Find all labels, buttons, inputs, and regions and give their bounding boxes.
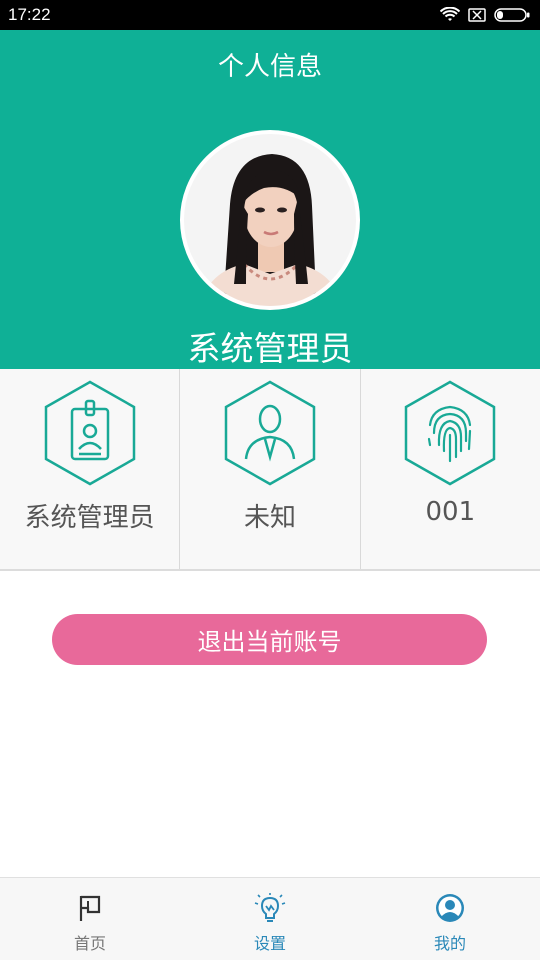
status-bar: 17:22 bbox=[0, 0, 540, 30]
logout-button[interactable]: 退出当前账号 bbox=[52, 614, 487, 665]
info-card-gender-label: 未知 bbox=[243, 503, 296, 533]
nav-item-home[interactable]: 首页 bbox=[0, 878, 180, 960]
nav-label-settings: 设置 bbox=[253, 934, 286, 953]
bottom-nav: 首页 设置 我的 bbox=[0, 877, 540, 960]
fingerprint-icon bbox=[405, 380, 496, 486]
nav-label-me: 我的 bbox=[433, 934, 466, 953]
info-row: 系统管理员 未知 001 bbox=[0, 369, 540, 571]
info-card-id[interactable]: 001 bbox=[361, 369, 540, 569]
info-card-gender[interactable]: 未知 bbox=[180, 369, 361, 569]
status-icons bbox=[440, 7, 530, 23]
user-name: 系统管理员 bbox=[187, 329, 353, 368]
info-card-role[interactable]: 系统管理员 bbox=[0, 369, 181, 569]
person-icon bbox=[224, 380, 316, 486]
nav-item-settings[interactable]: 设置 bbox=[180, 878, 360, 960]
avatar-portrait bbox=[184, 134, 356, 306]
id-badge-icon bbox=[44, 380, 135, 486]
info-card-id-label: 001 bbox=[425, 497, 476, 527]
avatar[interactable] bbox=[180, 130, 360, 310]
nav-item-me[interactable]: 我的 bbox=[360, 878, 540, 960]
profile-header: 个人信息 系统管理员 bbox=[0, 30, 540, 369]
battery-icon bbox=[494, 8, 530, 22]
flag-icon bbox=[79, 895, 101, 921]
status-time: 17:22 bbox=[8, 5, 51, 24]
nav-label-home: 首页 bbox=[73, 934, 106, 953]
wifi-icon bbox=[440, 7, 460, 21]
info-card-role-label: 系统管理员 bbox=[24, 503, 155, 533]
user-circle-icon bbox=[436, 894, 464, 922]
no-sim-icon bbox=[468, 8, 486, 22]
lightbulb-icon bbox=[254, 893, 286, 922]
page-title: 个人信息 bbox=[217, 52, 322, 82]
